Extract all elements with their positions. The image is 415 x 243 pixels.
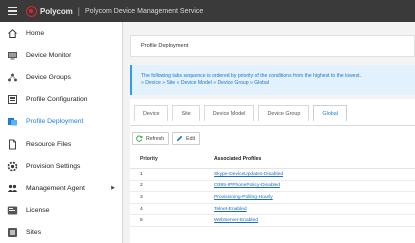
gear-icon [7, 161, 18, 172]
main-content: Profile Deployment The following tabs se… [124, 22, 415, 243]
tab-device[interactable]: Device [134, 105, 169, 121]
pencil-icon [177, 135, 183, 142]
top-bar: Polycom | Polycom Device Management Serv… [0, 0, 415, 22]
profile-link[interactable]: Telnet-Enabled [214, 207, 415, 212]
sidebar-item-profile-deployment[interactable]: Profile Deployment [0, 111, 122, 133]
profile-link[interactable]: WebServer-Enabled [214, 218, 415, 223]
profile-link[interactable]: Skype-DeviceUpdates-Disabled [214, 172, 415, 177]
priority-cell: 1 [140, 171, 143, 177]
tab-site[interactable]: Site [172, 105, 200, 121]
sidebar-item-license[interactable]: License [0, 200, 122, 222]
table-row: 1 Skype-DeviceUpdates-Disabled [130, 169, 415, 181]
priority-cell: 2 [140, 183, 143, 189]
table-row: 4 Telnet-Enabled [130, 204, 415, 216]
brand-name: Polycom [40, 6, 73, 16]
column-header-associated-profiles: Associated Profiles [214, 156, 262, 162]
device-groups-icon [7, 72, 18, 83]
sidebar-item-sites[interactable]: Sites [0, 222, 122, 243]
priority-cell: 4 [140, 206, 143, 212]
sidebar: Home Device Monitor Device Groups Profil… [0, 22, 123, 243]
sidebar-item-device-groups[interactable]: Device Groups [0, 66, 122, 88]
sites-icon [7, 227, 18, 238]
profile-deployment-icon [7, 116, 18, 127]
profile-config-icon [7, 94, 18, 105]
sidebar-item-label: License [26, 207, 50, 215]
table-row: 3 Provisioning-Polling-Hourly [130, 192, 415, 204]
column-header-priority: Priority [140, 156, 158, 162]
tab-device-group[interactable]: Device Group [258, 105, 310, 121]
table-row: 5 WebServer-Enabled [130, 215, 415, 227]
sidebar-item-label: Device Monitor [26, 51, 72, 59]
sidebar-item-device-monitor[interactable]: Device Monitor [0, 44, 122, 66]
page-title: Profile Deployment [130, 35, 415, 57]
sidebar-item-home[interactable]: Home [0, 22, 122, 44]
edit-button[interactable]: Edit [172, 132, 201, 145]
sidebar-item-label: Home [26, 29, 45, 37]
refresh-icon [136, 135, 143, 142]
tab-panel-global: Refresh Edit Priority Associated Profile… [130, 126, 415, 243]
profiles-table: Priority Associated Profiles 1 Skype-Dev… [130, 150, 415, 227]
refresh-button[interactable]: Refresh [132, 132, 170, 145]
priority-cell: 5 [140, 218, 143, 224]
tab-global[interactable]: Global [313, 105, 348, 121]
info-banner: The following tabs sequence is ordered b… [130, 65, 415, 95]
sidebar-item-management-agent[interactable]: Management Agent ▶ [0, 177, 122, 199]
profile-link[interactable]: O365-IPPhonePolicy-Disabled [214, 183, 415, 188]
home-icon [7, 28, 18, 39]
info-text: The following tabs sequence is ordered b… [141, 73, 362, 79]
license-icon [7, 205, 18, 216]
sidebar-item-label: Profile Configuration [26, 96, 88, 104]
hamburger-menu-icon[interactable] [2, 0, 22, 22]
polycom-logo: Polycom [26, 5, 73, 17]
toolbar: Refresh Edit [132, 132, 201, 145]
monitor-icon [7, 50, 18, 61]
sidebar-item-profile-configuration[interactable]: Profile Configuration [0, 89, 122, 111]
priority-cell: 3 [140, 194, 143, 200]
profile-link[interactable]: Provisioning-Polling-Hourly [214, 195, 415, 200]
title-separator: | [77, 6, 80, 16]
table-header: Priority Associated Profiles [130, 150, 415, 169]
edit-label: Edit [186, 135, 196, 142]
info-sequence: » Device » Site » Device Model » Device … [141, 80, 269, 86]
sidebar-item-label: Profile Deployment [26, 118, 84, 126]
sidebar-item-label: Sites [26, 229, 42, 237]
sidebar-item-resource-files[interactable]: Resource Files [0, 133, 122, 155]
sidebar-item-label: Device Groups [26, 73, 71, 81]
tab-device-model[interactable]: Device Model [203, 105, 255, 121]
caret-right-icon: ▶ [111, 185, 115, 192]
sidebar-item-label: Resource Files [26, 140, 72, 148]
sidebar-item-label: Management Agent [26, 184, 85, 192]
sidebar-item-label: Provision Settings [26, 162, 81, 170]
app-title: Polycom Device Management Service [85, 7, 204, 15]
sidebar-item-provision-settings[interactable]: Provision Settings [0, 155, 122, 177]
tab-bar: Device Site Device Model Device Group Gl… [130, 99, 415, 126]
refresh-label: Refresh [146, 135, 165, 142]
users-icon [7, 183, 18, 194]
file-icon [7, 139, 18, 150]
polycom-logo-mark-icon [26, 5, 37, 17]
table-row: 2 O365-IPPhonePolicy-Disabled [130, 181, 415, 193]
